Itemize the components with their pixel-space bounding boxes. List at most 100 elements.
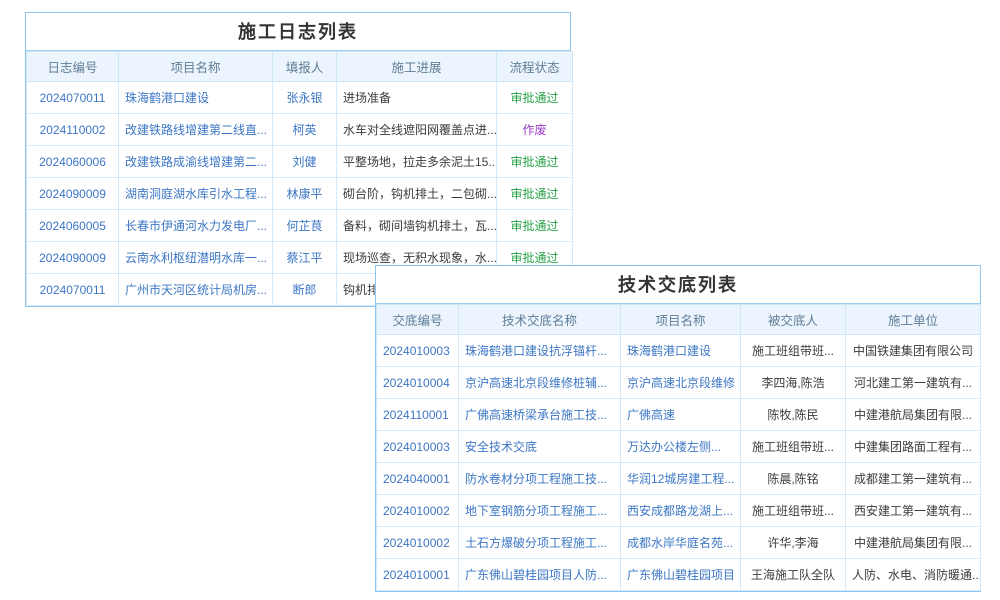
construction-log-panel: 施工日志列表 日志编号 项目名称 填报人 施工进展 流程状态 202407001… (25, 12, 571, 307)
receiver-cell: 施工班组带班... (741, 495, 846, 527)
project-name-link[interactable]: 珠海鹤港口建设 (627, 344, 711, 358)
unit-cell: 中建港航局集团有限... (846, 527, 981, 559)
construction-log-title: 施工日志列表 (26, 13, 570, 51)
receiver-cell: 陈晨,陈铭 (741, 463, 846, 495)
project-name-link[interactable]: 万达办公楼左侧... (627, 440, 721, 454)
project-name-link[interactable]: 长春市伊通河水力发电厂... (125, 219, 267, 233)
disclosure-id-link[interactable]: 2024110001 (383, 408, 449, 422)
unit-cell: 成都建工第一建筑有... (846, 463, 981, 495)
project-name-link[interactable]: 广佛高速 (627, 408, 675, 422)
disclosure-name-link[interactable]: 安全技术交底 (465, 440, 537, 454)
column-header-progress: 施工进展 (337, 52, 497, 82)
project-name-link[interactable]: 京沪高速北京段维修 (627, 376, 735, 390)
unit-cell: 中建港航局集团有限... (846, 399, 981, 431)
unit-cell: 人防、水电、消防暖通... (846, 559, 981, 591)
disclosure-table-row[interactable]: 2024010003 安全技术交底 万达办公楼左侧... 施工班组带班... 中… (377, 431, 981, 463)
project-name-link[interactable]: 广东佛山碧桂园项目 (627, 568, 735, 582)
disclosure-id-link[interactable]: 2024010001 (383, 568, 450, 582)
status-badge: 审批通过 (510, 91, 558, 105)
status-badge: 审批通过 (510, 219, 558, 233)
receiver-cell: 许华,李海 (741, 527, 846, 559)
project-name-link[interactable]: 改建铁路线增建第二线直... (125, 123, 267, 137)
log-table-row[interactable]: 2024090009 湖南洞庭湖水库引水工程... 林康平 砌台阶，钩机排土，二… (27, 178, 573, 210)
disclosure-name-link[interactable]: 珠海鹤港口建设抗浮锚杆... (465, 344, 607, 358)
project-name-link[interactable]: 湖南洞庭湖水库引水工程... (125, 187, 267, 201)
log-table-row[interactable]: 2024110002 改建铁路线增建第二线直... 柯英 水车对全线遮阳网覆盖点… (27, 114, 573, 146)
receiver-cell: 施工班组带班... (741, 335, 846, 367)
reporter-link[interactable]: 林康平 (286, 187, 322, 201)
project-name-link[interactable]: 改建铁路成渝线增建第二... (125, 155, 267, 169)
technical-disclosure-title: 技术交底列表 (376, 266, 980, 304)
reporter-link[interactable]: 断郎 (292, 283, 316, 297)
receiver-cell: 王海施工队全队 (741, 559, 846, 591)
log-id-link[interactable]: 2024110002 (40, 123, 106, 137)
column-header-receiver: 被交底人 (741, 305, 846, 335)
column-header-log-id: 日志编号 (27, 52, 119, 82)
unit-cell: 中国铁建集团有限公司 (846, 335, 981, 367)
status-badge: 审批通过 (510, 187, 558, 201)
disclosure-table-row[interactable]: 2024010004 京沪高速北京段维修桩辅... 京沪高速北京段维修 李四海,… (377, 367, 981, 399)
status-badge: 审批通过 (510, 155, 558, 169)
disclosure-table-row[interactable]: 2024010003 珠海鹤港口建设抗浮锚杆... 珠海鹤港口建设 施工班组带班… (377, 335, 981, 367)
column-header-disclosure-name: 技术交底名称 (459, 305, 621, 335)
log-id-link[interactable]: 2024070011 (40, 91, 106, 105)
disclosure-header-row: 交底编号 技术交底名称 项目名称 被交底人 施工单位 (377, 305, 981, 335)
column-header-project: 项目名称 (119, 52, 273, 82)
disclosure-name-link[interactable]: 广佛高速桥梁承台施工技... (465, 408, 607, 422)
receiver-cell: 李四海,陈浩 (741, 367, 846, 399)
progress-cell: 备料，砌间墙钩机排土，瓦... (337, 210, 497, 242)
column-header-project: 项目名称 (621, 305, 741, 335)
disclosure-id-link[interactable]: 2024010002 (383, 536, 450, 550)
project-name-link[interactable]: 西安成都路龙湖上... (627, 504, 733, 518)
reporter-link[interactable]: 蔡江平 (286, 251, 322, 265)
unit-cell: 河北建工第一建筑有... (846, 367, 981, 399)
disclosure-id-link[interactable]: 2024010003 (383, 344, 450, 358)
project-name-link[interactable]: 云南水利枢纽潜明水库一... (125, 251, 267, 265)
disclosure-name-link[interactable]: 土石方爆破分项工程施工... (465, 536, 607, 550)
column-header-disclosure-id: 交底编号 (377, 305, 459, 335)
reporter-link[interactable]: 柯英 (292, 123, 316, 137)
log-header-row: 日志编号 项目名称 填报人 施工进展 流程状态 (27, 52, 573, 82)
log-id-link[interactable]: 2024070011 (40, 283, 106, 297)
project-name-link[interactable]: 成都水岸华庭名苑... (627, 536, 733, 550)
project-name-link[interactable]: 华润12城房建工程... (627, 472, 734, 486)
page-canvas: 施工日志列表 日志编号 项目名称 填报人 施工进展 流程状态 202407001… (0, 0, 1000, 600)
reporter-link[interactable]: 何芷茛 (286, 219, 322, 233)
disclosure-table-row[interactable]: 2024010002 地下室钢筋分项工程施工... 西安成都路龙湖上... 施工… (377, 495, 981, 527)
disclosure-name-link[interactable]: 地下室钢筋分项工程施工... (465, 504, 607, 518)
disclosure-table-row[interactable]: 2024010002 土石方爆破分项工程施工... 成都水岸华庭名苑... 许华… (377, 527, 981, 559)
log-table-row[interactable]: 2024060006 改建铁路成渝线增建第二... 刘健 平整场地，拉走多余泥土… (27, 146, 573, 178)
disclosure-table-row[interactable]: 2024010001 广东佛山碧桂园项目人防... 广东佛山碧桂园项目 王海施工… (377, 559, 981, 591)
receiver-cell: 施工班组带班... (741, 431, 846, 463)
disclosure-id-link[interactable]: 2024010002 (383, 504, 450, 518)
log-table-row[interactable]: 2024070011 珠海鹤港口建设 张永银 进场准备 审批通过 (27, 82, 573, 114)
status-badge: 作废 (522, 123, 546, 137)
disclosure-id-link[interactable]: 2024010004 (383, 376, 450, 390)
progress-cell: 进场准备 (337, 82, 497, 114)
project-name-link[interactable]: 珠海鹤港口建设 (125, 91, 209, 105)
log-id-link[interactable]: 2024060006 (39, 155, 106, 169)
column-header-reporter: 填报人 (273, 52, 337, 82)
column-header-status: 流程状态 (497, 52, 573, 82)
progress-cell: 水车对全线遮阳网覆盖点进... (337, 114, 497, 146)
reporter-link[interactable]: 张永银 (286, 91, 322, 105)
log-id-link[interactable]: 2024060005 (39, 219, 106, 233)
disclosure-table-row[interactable]: 2024040001 防水卷材分项工程施工技... 华润12城房建工程... 陈… (377, 463, 981, 495)
reporter-link[interactable]: 刘健 (292, 155, 316, 169)
technical-disclosure-table: 交底编号 技术交底名称 项目名称 被交底人 施工单位 2024010003 珠海… (376, 304, 981, 591)
log-id-link[interactable]: 2024090009 (39, 251, 106, 265)
project-name-link[interactable]: 广州市天河区统计局机房... (125, 283, 267, 297)
unit-cell: 中建集团路面工程有... (846, 431, 981, 463)
technical-disclosure-panel: 技术交底列表 交底编号 技术交底名称 项目名称 被交底人 施工单位 202401… (375, 265, 981, 592)
disclosure-name-link[interactable]: 京沪高速北京段维修桩辅... (465, 376, 607, 390)
log-id-link[interactable]: 2024090009 (39, 187, 106, 201)
progress-cell: 砌台阶，钩机排土，二包砌... (337, 178, 497, 210)
disclosure-id-link[interactable]: 2024010003 (383, 440, 450, 454)
disclosure-name-link[interactable]: 广东佛山碧桂园项目人防... (465, 568, 607, 582)
disclosure-id-link[interactable]: 2024040001 (383, 472, 450, 486)
disclosure-name-link[interactable]: 防水卷材分项工程施工技... (465, 472, 607, 486)
log-table-row[interactable]: 2024060005 长春市伊通河水力发电厂... 何芷茛 备料，砌间墙钩机排土… (27, 210, 573, 242)
column-header-unit: 施工单位 (846, 305, 981, 335)
receiver-cell: 陈牧,陈民 (741, 399, 846, 431)
disclosure-table-row[interactable]: 2024110001 广佛高速桥梁承台施工技... 广佛高速 陈牧,陈民 中建港… (377, 399, 981, 431)
